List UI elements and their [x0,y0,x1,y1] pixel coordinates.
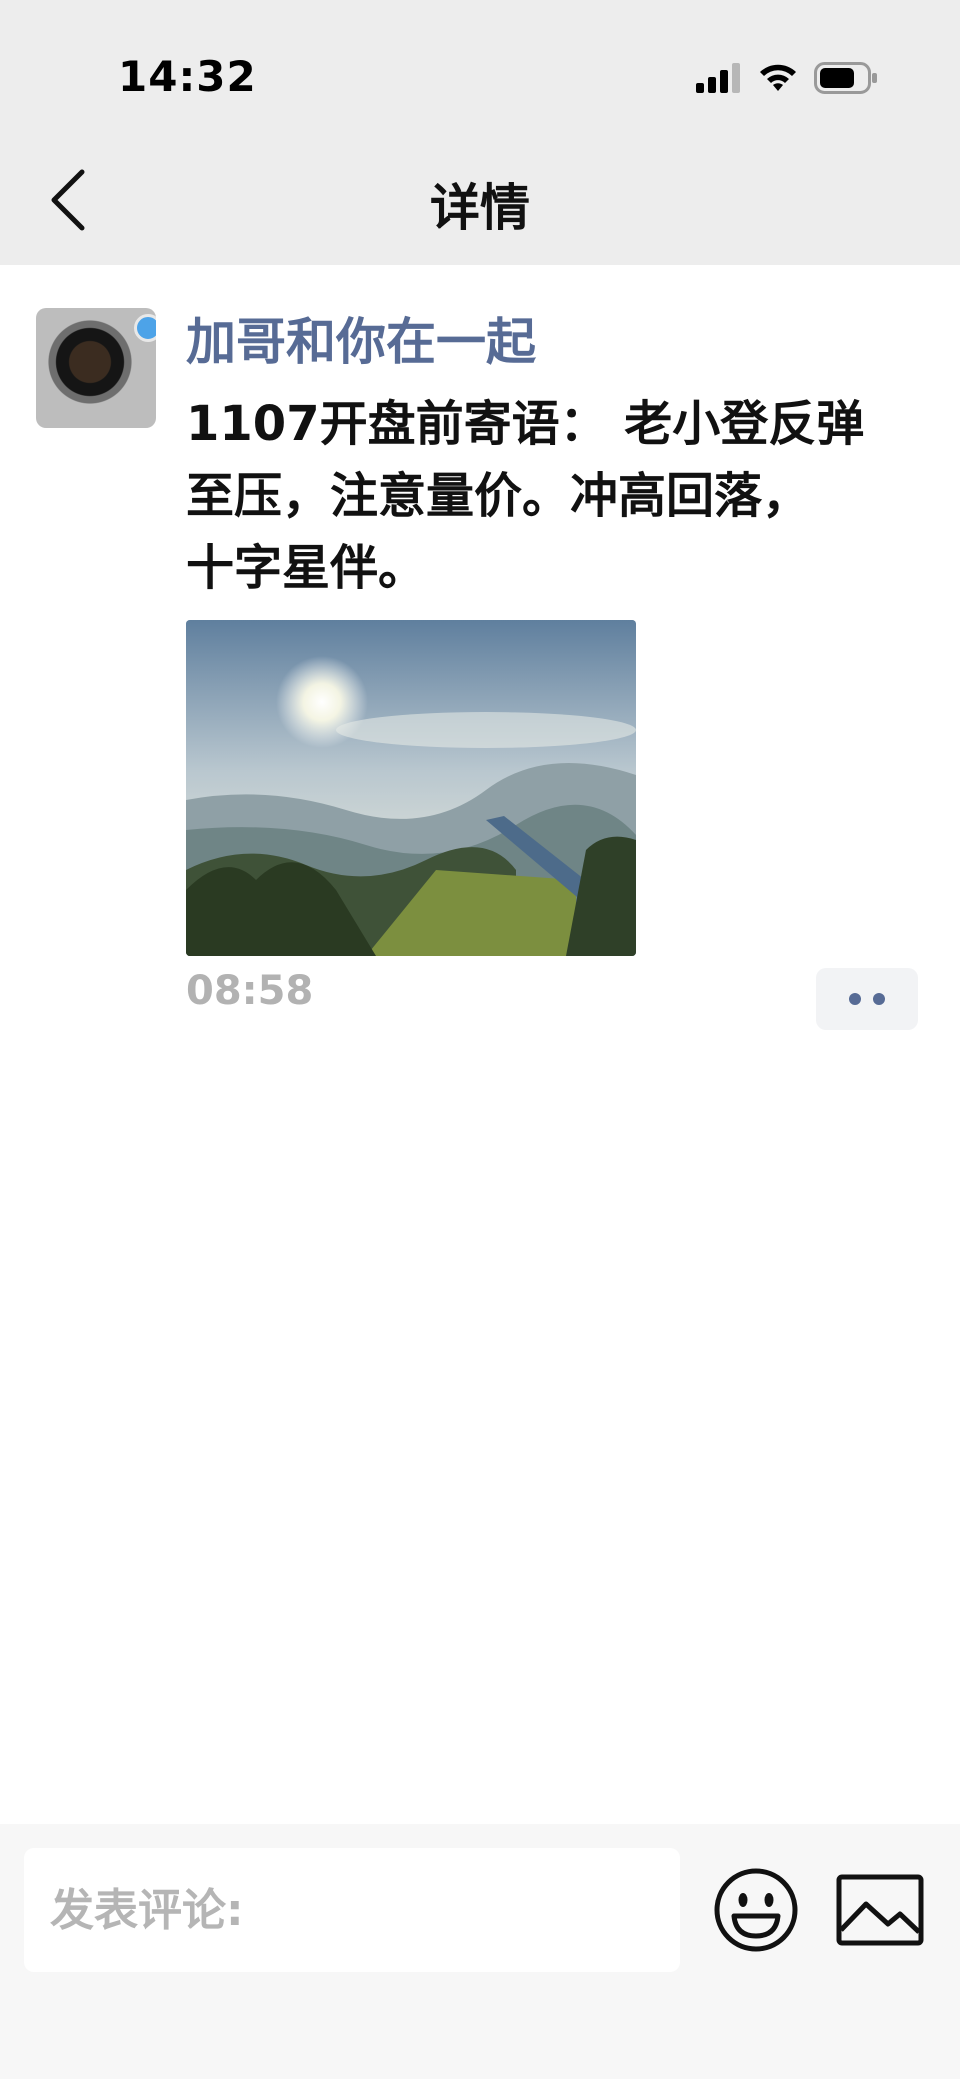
emoji-smile-icon [714,1868,798,1952]
more-actions-button[interactable] [816,968,918,1030]
more-dots-icon [849,993,861,1005]
more-dots-icon-dot [873,993,885,1005]
comment-input[interactable] [24,1848,680,1972]
post-image[interactable] [186,620,636,956]
avatar[interactable] [36,308,156,428]
page-title: 详情 [430,179,530,237]
post-time: 08:58 [186,968,314,1014]
emoji-button[interactable] [712,1866,800,1954]
avatar-badge [134,314,156,342]
image-button[interactable] [836,1874,924,1946]
cellular-signal-icon [696,63,740,93]
landscape-photo [186,620,636,956]
status-time: 14:32 [118,52,257,101]
battery-icon [814,62,877,94]
post-text: 1107开盘前寄语： 老小登反弹 至压，注意量价。冲高回落， 十字星伴。 [186,396,865,596]
top-header: 14:32 详情 [0,0,960,265]
wifi-icon [760,64,796,91]
post-author-name[interactable]: 加哥和你在一起 [186,308,536,376]
comment-bar [0,1824,960,2079]
status-icons [696,58,878,98]
image-icon [836,1874,924,1946]
